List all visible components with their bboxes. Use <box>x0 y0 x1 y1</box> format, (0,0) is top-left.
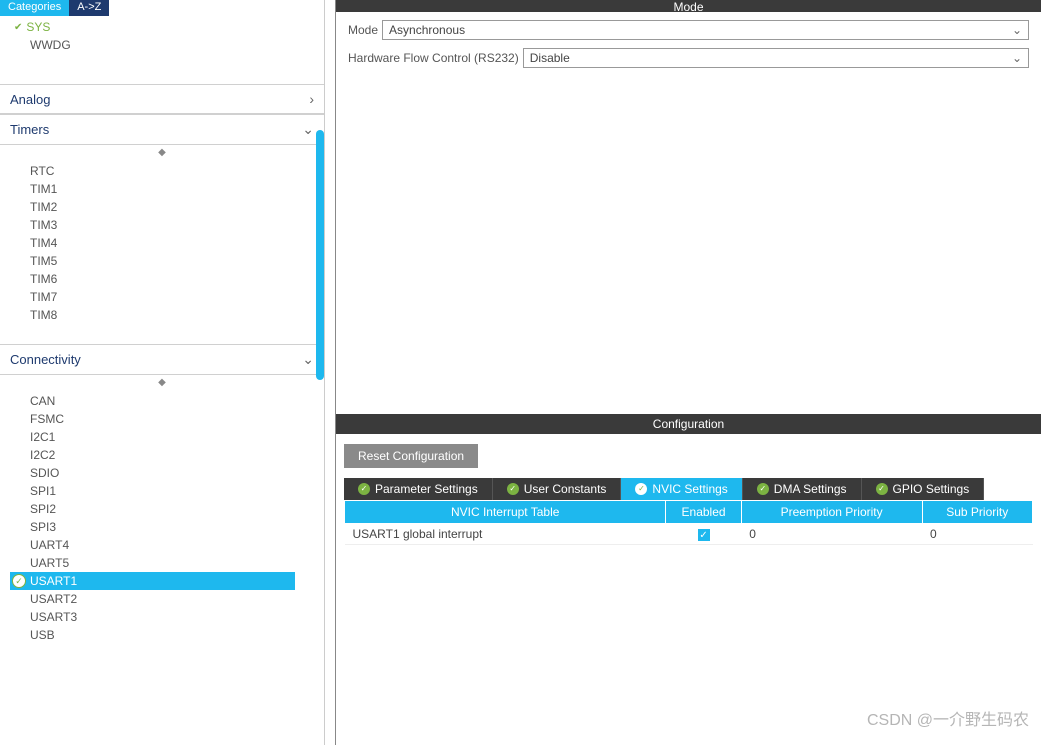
sidebar-item-tim7[interactable]: TIM7 <box>0 288 324 306</box>
section-timers[interactable]: Timers ⌄ <box>0 114 324 144</box>
th-sub: Sub Priority <box>922 500 1033 523</box>
th-preempt: Preemption Priority <box>741 500 922 523</box>
section-connectivity[interactable]: Connectivity ⌄ <box>0 344 324 374</box>
reset-configuration-button[interactable]: Reset Configuration <box>344 444 478 468</box>
sidebar-item-tim4[interactable]: TIM4 <box>0 234 324 252</box>
check-icon: ✓ <box>12 574 26 588</box>
tab-gpio-settings[interactable]: ✓GPIO Settings <box>862 478 985 500</box>
sidebar-item-usart2[interactable]: USART2 <box>0 590 324 608</box>
sidebar-item-label: UART5 <box>30 556 69 570</box>
check-icon: ✓ <box>876 483 888 495</box>
sidebar-item-rtc[interactable]: RTC <box>0 162 324 180</box>
sidebar-item-label: SPI1 <box>30 484 56 498</box>
sidebar-item-uart5[interactable]: UART5 <box>0 554 324 572</box>
sidebar-item-spi2[interactable]: SPI2 <box>0 500 324 518</box>
sidebar-item-label: USB <box>30 628 55 642</box>
sidebar-item-tim5[interactable]: TIM5 <box>0 252 324 270</box>
tab-nvic-settings[interactable]: ✓NVIC Settings <box>621 478 742 500</box>
sidebar-item-label: CAN <box>30 394 55 408</box>
sidebar-item-sdio[interactable]: SDIO <box>0 464 324 482</box>
check-icon: ✓ <box>635 483 647 495</box>
chevron-right-icon: › <box>309 91 314 107</box>
check-icon: ✓ <box>507 483 519 495</box>
sidebar-item-i2c2[interactable]: I2C2 <box>0 446 324 464</box>
sidebar: Categories A->Z ✔ SYS WWDG Analog › Time… <box>0 0 325 745</box>
cell-interrupt: USART1 global interrupt <box>345 523 666 545</box>
sidebar-item-label: SPI2 <box>30 502 56 516</box>
checkbox-icon[interactable]: ✓ <box>698 529 710 541</box>
sidebar-item-label: FSMC <box>30 412 64 426</box>
sidebar-item-tim6[interactable]: TIM6 <box>0 270 324 288</box>
tab-dma-settings[interactable]: ✓DMA Settings <box>743 478 862 500</box>
watermark: CSDN @一介野生码农 <box>867 706 1029 730</box>
sidebar-item-label: SYS <box>26 20 50 34</box>
section-label: Analog <box>10 92 50 107</box>
sidebar-item-label: USART3 <box>30 610 77 624</box>
sort-icon[interactable]: ◆ <box>0 375 324 390</box>
table-row[interactable]: USART1 global interrupt ✓ 00 <box>345 523 1033 545</box>
mode-header: Mode <box>336 0 1041 12</box>
tab-categories[interactable]: Categories <box>0 0 69 16</box>
cell-preempt[interactable]: 0 <box>741 523 922 545</box>
section-label: Connectivity <box>10 352 81 367</box>
flow-label: Hardware Flow Control (RS232) <box>348 51 519 65</box>
sidebar-item-wwdg[interactable]: WWDG <box>0 36 324 54</box>
tab-user-constants[interactable]: ✓User Constants <box>493 478 622 500</box>
scrollbar[interactable] <box>316 130 324 380</box>
sidebar-item-usb[interactable]: USB <box>0 626 324 644</box>
sidebar-item-spi3[interactable]: SPI3 <box>0 518 324 536</box>
nvic-table: NVIC Interrupt Table Enabled Preemption … <box>344 500 1033 546</box>
chevron-down-icon: ⌄ <box>302 121 314 138</box>
section-analog[interactable]: Analog › <box>0 85 324 114</box>
sidebar-item-label: USART2 <box>30 592 77 606</box>
mode-select-value: Asynchronous <box>389 23 465 37</box>
cell-sub[interactable]: 0 <box>922 523 1033 545</box>
sidebar-item-usart1[interactable]: ✓ USART1 <box>10 572 295 590</box>
th-enabled: Enabled <box>666 500 741 523</box>
th-interrupt: NVIC Interrupt Table <box>345 500 666 523</box>
config-header: Configuration <box>336 414 1041 434</box>
sidebar-item-can[interactable]: CAN <box>0 392 324 410</box>
sidebar-item-tim1[interactable]: TIM1 <box>0 180 324 198</box>
sidebar-item-usart3[interactable]: USART3 <box>0 608 324 626</box>
sidebar-item-label: SPI3 <box>30 520 56 534</box>
mode-select[interactable]: Asynchronous ⌄ <box>382 20 1029 40</box>
chevron-down-icon: ⌄ <box>1012 51 1022 65</box>
sidebar-item-i2c1[interactable]: I2C1 <box>0 428 324 446</box>
sort-icon[interactable]: ◆ <box>0 145 324 160</box>
sidebar-item-label: SDIO <box>30 466 59 480</box>
tab-a-to-z[interactable]: A->Z <box>69 0 109 16</box>
check-icon: ✓ <box>358 483 370 495</box>
sidebar-item-tim8[interactable]: TIM8 <box>0 306 324 324</box>
flow-select-value: Disable <box>530 51 570 65</box>
check-icon: ✓ <box>757 483 769 495</box>
sidebar-item-label: I2C1 <box>30 430 55 444</box>
chevron-down-icon: ⌄ <box>1012 23 1022 37</box>
sidebar-item-label: I2C2 <box>30 448 55 462</box>
sidebar-item-uart4[interactable]: UART4 <box>0 536 324 554</box>
mode-label: Mode <box>348 23 378 37</box>
sidebar-item-tim3[interactable]: TIM3 <box>0 216 324 234</box>
main-panel: Mode Mode Asynchronous ⌄ Hardware Flow C… <box>335 0 1041 745</box>
tab-parameter-settings[interactable]: ✓Parameter Settings <box>344 478 493 500</box>
sidebar-item-fsmc[interactable]: FSMC <box>0 410 324 428</box>
section-label: Timers <box>10 122 49 137</box>
cell-enabled[interactable]: ✓ <box>666 523 741 545</box>
sidebar-item-sys[interactable]: ✔ SYS <box>0 18 324 36</box>
flow-select[interactable]: Disable ⌄ <box>523 48 1029 68</box>
sidebar-item-label: USART1 <box>30 574 77 588</box>
sidebar-item-label: UART4 <box>30 538 69 552</box>
chevron-down-icon: ⌄ <box>302 351 314 368</box>
sidebar-item-tim2[interactable]: TIM2 <box>0 198 324 216</box>
check-icon: ✔ <box>14 22 22 33</box>
sidebar-item-spi1[interactable]: SPI1 <box>0 482 324 500</box>
